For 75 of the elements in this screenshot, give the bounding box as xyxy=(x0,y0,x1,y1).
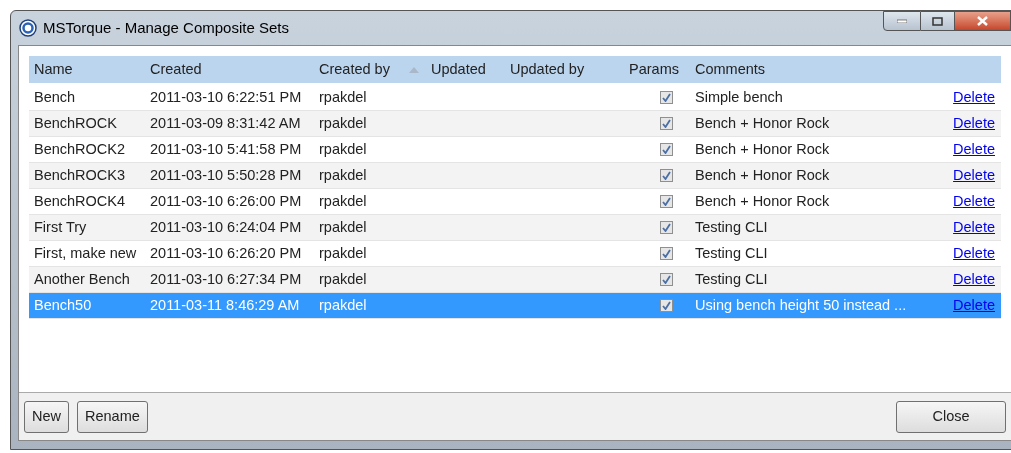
close-icon xyxy=(977,16,988,26)
table-cell: Bench + Honor Rock xyxy=(695,192,830,209)
dialog-button[interactable]: Rename xyxy=(77,400,148,433)
table-cell: Bench + Honor Rock xyxy=(695,114,830,131)
table-cell: Bench50 xyxy=(34,296,92,313)
column-header[interactable]: Updated xyxy=(431,58,486,81)
table-cell: rpakdel xyxy=(319,88,367,105)
minimize-button[interactable] xyxy=(883,11,921,31)
table-cell: rpakdel xyxy=(319,270,367,287)
table-row[interactable]: Another Bench 2011-03-10 6:27:34 PM rpakdel Testing CLI Delete xyxy=(29,267,1001,293)
table-cell: rpakdel xyxy=(319,244,367,261)
table-cell: Bench xyxy=(34,88,76,105)
column-header[interactable]: Created by xyxy=(319,58,390,81)
maximize-icon xyxy=(932,16,943,26)
table-row[interactable]: First Try 2011-03-10 6:24:04 PM rpakdel Testing CLI Delete xyxy=(29,215,1001,241)
delete-link[interactable]: Delete xyxy=(953,138,995,161)
close-dialog-button[interactable]: Close xyxy=(896,400,1006,433)
checkbox[interactable] xyxy=(660,91,673,104)
checkbox[interactable] xyxy=(660,195,673,208)
column-header[interactable]: Updated by xyxy=(510,58,585,81)
column-header[interactable]: Name xyxy=(34,58,73,81)
close-button[interactable] xyxy=(955,11,1011,31)
window-title: MSTorque - Manage Composite Sets xyxy=(43,17,289,38)
minimize-icon xyxy=(897,19,907,23)
checkbox[interactable] xyxy=(660,221,673,234)
table-cell: BenchROCK2 xyxy=(34,140,126,157)
checkbox[interactable] xyxy=(660,169,673,182)
delete-link[interactable]: Delete xyxy=(953,216,995,239)
table-row[interactable]: BenchROCK 2011-03-09 8:31:42 AM rpakdel Bench + Honor Rock Delete xyxy=(29,111,1001,137)
table-cell: Simple bench xyxy=(695,88,783,105)
table-cell: rpakdel xyxy=(319,296,367,313)
table-cell: Using bench height 50 instead ... xyxy=(695,296,907,313)
checkbox[interactable] xyxy=(660,117,673,130)
delete-link[interactable]: Delete xyxy=(953,164,995,187)
table-cell: First, make new xyxy=(34,244,137,261)
maximize-button[interactable] xyxy=(921,11,955,31)
table-cell: rpakdel xyxy=(319,114,367,131)
delete-link[interactable]: Delete xyxy=(953,242,995,265)
table-cell: rpakdel xyxy=(319,192,367,209)
table-cell: BenchROCK3 xyxy=(34,166,126,183)
dialog-button[interactable]: New xyxy=(24,400,69,433)
table-cell: BenchROCK xyxy=(34,114,117,131)
delete-link[interactable]: Delete xyxy=(953,86,995,109)
table-cell: 2011-03-10 5:50:28 PM xyxy=(150,166,302,183)
table-cell: 2011-03-10 6:26:20 PM xyxy=(150,244,302,261)
table-cell: Bench + Honor Rock xyxy=(695,140,830,157)
delete-link[interactable]: Delete xyxy=(953,268,995,291)
table-row[interactable]: BenchROCK3 2011-03-10 5:50:28 PM rpakdel Bench + Honor Rock Delete xyxy=(29,163,1001,189)
table-cell: rpakdel xyxy=(319,166,367,183)
table-cell: 2011-03-09 8:31:42 AM xyxy=(150,114,301,131)
column-header[interactable]: Comments xyxy=(695,58,766,81)
app-icon xyxy=(19,19,37,37)
table-cell: First Try xyxy=(34,218,87,235)
table-cell: 2011-03-10 6:22:51 PM xyxy=(150,88,302,105)
table-cell: Another Bench xyxy=(34,270,130,287)
table-cell: Testing CLI xyxy=(695,244,768,261)
table-cell: 2011-03-11 8:46:29 AM xyxy=(150,296,300,313)
table-cell: rpakdel xyxy=(319,140,367,157)
table-cell: Testing CLI xyxy=(695,218,768,235)
table-cell: Testing CLI xyxy=(695,270,768,287)
checkbox[interactable] xyxy=(660,143,673,156)
delete-link[interactable]: Delete xyxy=(953,112,995,135)
table-cell: Bench + Honor Rock xyxy=(695,166,830,183)
checkbox[interactable] xyxy=(660,299,673,312)
column-header[interactable]: Params xyxy=(629,58,679,81)
table-cell: rpakdel xyxy=(319,218,367,235)
table-cell: 2011-03-10 5:41:58 PM xyxy=(150,140,302,157)
table-cell: 2011-03-10 6:26:00 PM xyxy=(150,192,302,209)
checkbox[interactable] xyxy=(660,273,673,286)
table-cell: 2011-03-10 6:27:34 PM xyxy=(150,270,302,287)
table-cell: BenchROCK4 xyxy=(34,192,126,209)
table-cell: 2011-03-10 6:24:04 PM xyxy=(150,218,302,235)
checkbox[interactable] xyxy=(660,247,673,260)
delete-link[interactable]: Delete xyxy=(953,190,995,213)
column-header[interactable]: Created xyxy=(150,58,202,81)
